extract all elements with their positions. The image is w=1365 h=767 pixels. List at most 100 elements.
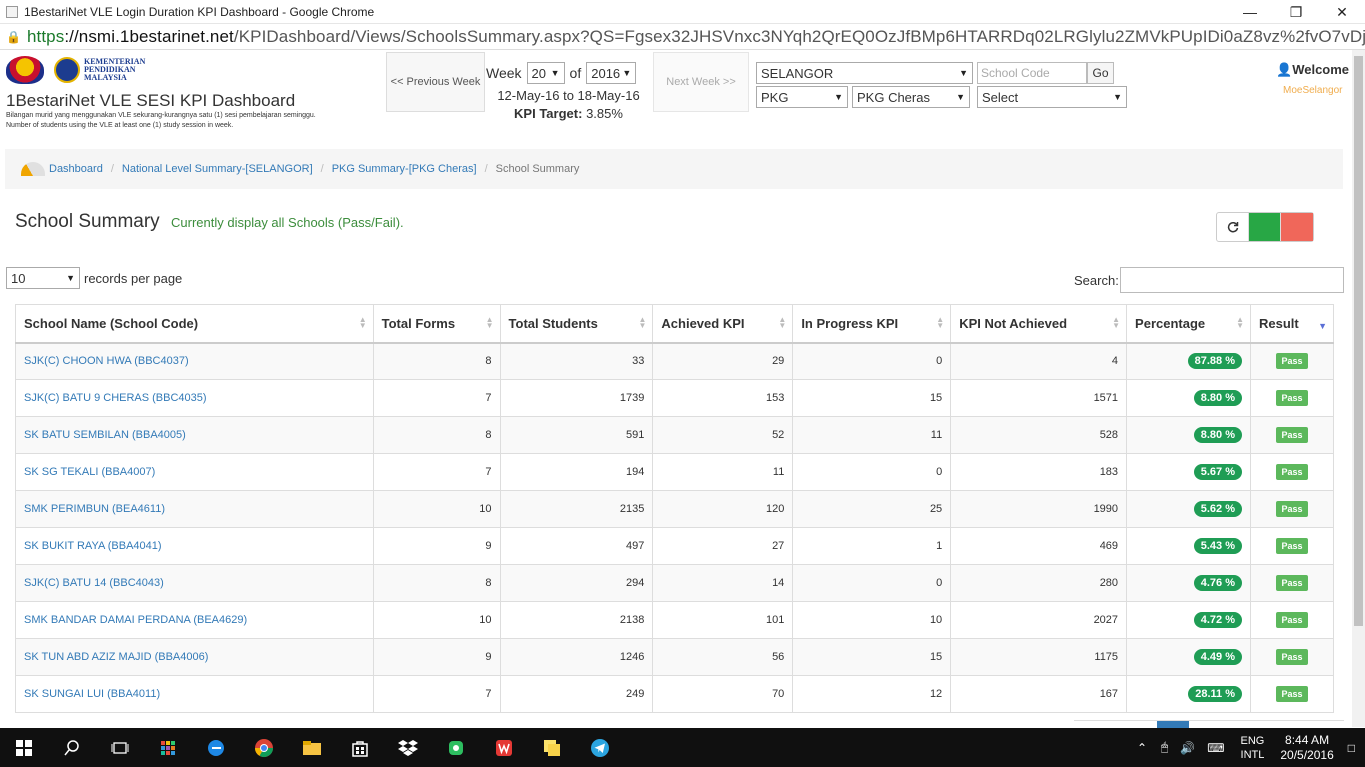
secure-lock-icon[interactable]: 🔒 — [6, 30, 21, 44]
page-scrollbar[interactable] — [1352, 50, 1365, 727]
url-text[interactable]: https://nsmi.1bestarinet.net/KPIDashboar… — [27, 27, 1365, 47]
school-name-link[interactable]: SMK PERIMBUN (BEA4611) — [24, 503, 165, 515]
percentage-badge: 5.43 % — [1193, 538, 1242, 554]
table-header-col-school-name[interactable]: School Name (School Code) ▲ ▼ — [15, 304, 374, 344]
table-header-col-percentage[interactable]: Percentage ▲ ▼ — [1126, 304, 1251, 344]
wps-icon[interactable] — [480, 728, 528, 767]
school-name-link[interactable]: SK BUKIT RAYA (BBA4041) — [24, 540, 162, 552]
table-header-col-kpi-not-achieved[interactable]: KPI Not Achieved ▲ ▼ — [950, 304, 1128, 344]
school-name-link[interactable]: SMK BANDAR DAMAI PERDANA (BEA4629) — [24, 614, 247, 626]
cell-not-achieved: 4 — [950, 342, 1128, 380]
network-icon[interactable]: 🖱 — [1161, 740, 1168, 755]
language-indicator[interactable]: ENG INTL — [1241, 734, 1265, 762]
table-header-col-total-students[interactable]: Total Students ▲ ▼ — [499, 304, 654, 344]
cell-progress: 0 — [792, 342, 952, 380]
school-code-input[interactable]: School Code — [977, 62, 1087, 84]
cell-students: 33 — [499, 342, 654, 380]
school-name-link[interactable]: SK BATU SEMBILAN (BBA4005) — [24, 429, 186, 441]
refresh-button[interactable] — [1217, 213, 1249, 241]
evernote-icon[interactable] — [432, 728, 480, 767]
cell-achieved: 56 — [652, 638, 794, 676]
school-name-link[interactable]: SJK(C) BATU 14 (BBC4043) — [24, 577, 164, 589]
cell-achieved: 52 — [652, 416, 794, 454]
scrollbar-thumb[interactable] — [1354, 56, 1363, 626]
welcome-label: 👤Welcome — [1276, 62, 1349, 78]
dashboard-title: 1BestariNet VLE SESI KPI Dashboard — [6, 91, 296, 110]
store-bag-icon[interactable] — [336, 728, 384, 767]
next-week-button[interactable]: Next Week >> — [653, 52, 749, 112]
task-view-icon[interactable] — [96, 728, 144, 767]
previous-week-button[interactable]: << Previous Week — [386, 52, 485, 112]
week-select-value: 20 — [531, 65, 547, 81]
maximize-button[interactable]: ❐ — [1273, 0, 1319, 24]
go-button[interactable]: Go — [1087, 62, 1114, 84]
file-explorer-icon[interactable] — [288, 728, 336, 767]
close-button[interactable]: ✕ — [1319, 0, 1365, 24]
cell-percentage: 5.67 % — [1126, 453, 1251, 491]
cell-school-name: SK TUN ABD AZIZ MAJID (BBA4006) — [15, 638, 374, 676]
cell-students: 2135 — [499, 490, 654, 528]
year-select[interactable]: 2016 ▼ — [586, 62, 637, 84]
records-per-page-select[interactable]: 10 ▼ — [6, 267, 80, 289]
notifications-icon[interactable]: □ — [1348, 741, 1355, 755]
clock-time: 8:44 AM — [1285, 732, 1330, 747]
cell-percentage: 8.80 % — [1126, 379, 1251, 417]
username-link[interactable]: MoeSelangor — [1283, 85, 1342, 96]
search-input[interactable] — [1120, 267, 1344, 293]
cell-result: Pass — [1249, 416, 1335, 454]
breadcrumb-dashboard[interactable]: Dashboard — [49, 163, 103, 175]
cell-result: Pass — [1249, 490, 1335, 528]
chevron-up-icon[interactable]: ⌃ — [1137, 741, 1147, 755]
header-label: In Progress KPI — [801, 315, 899, 331]
sort-icon: ▲ ▼ — [936, 315, 945, 330]
malaysia-crest-logo — [6, 56, 44, 84]
url-host: ://nsmi.1bestarinet.net — [64, 26, 234, 46]
cell-not-achieved: 1990 — [950, 490, 1128, 528]
system-tray: ⌃ 🖱 🔊 ⌨ ENG INTL 8:44 AM 20/5/2016 □ — [1129, 728, 1365, 767]
result-badge: Pass — [1276, 686, 1308, 702]
table-header-col-total-forms[interactable]: Total Forms ▲ ▼ — [372, 304, 501, 344]
address-bar[interactable]: 🔒 https://nsmi.1bestarinet.net/KPIDashbo… — [0, 24, 1365, 50]
clock[interactable]: 8:44 AM 20/5/2016 — [1280, 733, 1333, 763]
week-select[interactable]: 20 ▼ — [526, 62, 565, 84]
kpi-target-value: 3.85% — [586, 106, 623, 121]
filter-toolbar — [1216, 212, 1314, 242]
school-name-link[interactable]: SJK(C) BATU 9 CHERAS (BBC4035) — [24, 392, 207, 404]
windows-start-icon[interactable] — [0, 728, 48, 767]
school-name-link[interactable]: SK SUNGAI LUI (BBA4011) — [24, 688, 160, 700]
volume-icon[interactable]: 🔊 — [1180, 741, 1195, 755]
school-name-link[interactable]: SK TUN ABD AZIZ MAJID (BBA4006) — [24, 651, 208, 663]
state-select[interactable]: SELANGOR ▼ — [756, 62, 973, 84]
school-select[interactable]: Select ▼ — [977, 86, 1127, 108]
table-header-col-in-progress-kpi[interactable]: In Progress KPI ▲ ▼ — [792, 304, 952, 344]
keyboard-icon[interactable]: ⌨ — [1207, 741, 1224, 755]
chrome-icon[interactable] — [240, 728, 288, 767]
dropbox-icon[interactable] — [384, 728, 432, 767]
minimize-button[interactable]: — — [1227, 0, 1273, 24]
user-icon: 👤 — [1276, 62, 1293, 77]
table-row: SJK(C) BATU 14 (BBC4043) 8 294 14 0 280 4.76 %… — [15, 564, 1335, 602]
pkg-select[interactable]: PKG Cheras ▼ — [852, 86, 970, 108]
breadcrumb-pkg-summary[interactable]: PKG Summary-[PKG Cheras] — [332, 163, 477, 175]
telegram-icon[interactable] — [576, 728, 624, 767]
school-name-link[interactable]: SJK(C) CHOON HWA (BBC4037) — [24, 355, 189, 367]
breadcrumb-national-summary[interactable]: National Level Summary-[SELANGOR] — [122, 163, 313, 175]
show-fail-button[interactable] — [1281, 213, 1313, 241]
cell-result: Pass — [1249, 379, 1335, 417]
cell-forms: 8 — [372, 564, 501, 602]
chevron-down-icon: ▼ — [834, 92, 843, 102]
sticky-notes-icon[interactable] — [528, 728, 576, 767]
show-pass-button[interactable] — [1249, 213, 1281, 241]
search-icon[interactable] — [48, 728, 96, 767]
school-name-link[interactable]: SK SG TEKALI (BBA4007) — [24, 466, 155, 478]
cell-progress: 25 — [792, 490, 952, 528]
edge-icon[interactable] — [192, 728, 240, 767]
store-grid-icon[interactable] — [144, 728, 192, 767]
cell-percentage: 87.88 % — [1126, 342, 1251, 380]
table-header-col-achieved-kpi[interactable]: Achieved KPI ▲ ▼ — [652, 304, 794, 344]
result-badge: Pass — [1276, 427, 1308, 443]
level-select[interactable]: PKG ▼ — [756, 86, 848, 108]
table-header-col-result[interactable]: Result ▼ — [1249, 304, 1335, 344]
clock-date: 20/5/2016 — [1280, 747, 1334, 762]
percentage-badge: 28.11 % — [1188, 686, 1242, 702]
